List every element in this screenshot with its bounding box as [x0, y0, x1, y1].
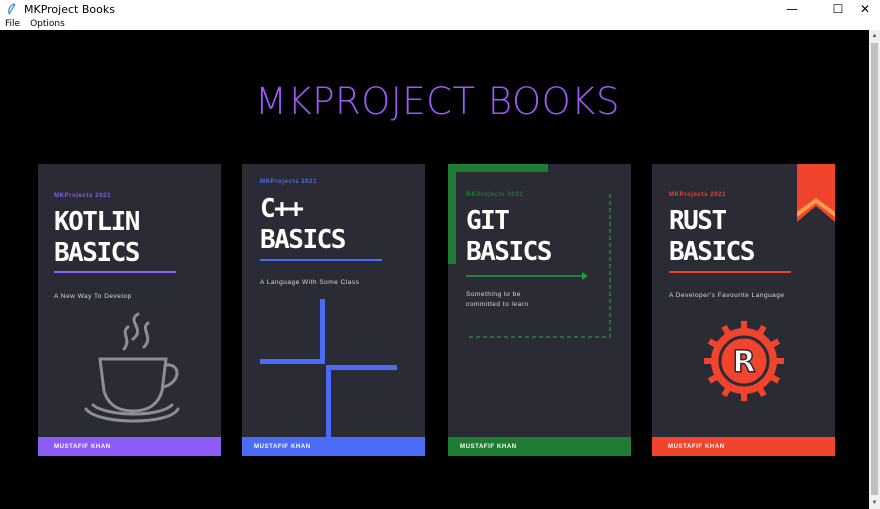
- book-year: MKProjects 2021: [669, 192, 727, 198]
- book-cover-cpp[interactable]: MKProjects 2021 C++ BASICS A Language Wit…: [242, 164, 425, 456]
- window-title: MKProject Books: [24, 2, 115, 16]
- close-button[interactable]: ✕: [850, 0, 880, 18]
- book-cover-kotlin[interactable]: MKProjects 2021 KOTLIN BASICS A New Way T…: [38, 164, 221, 456]
- book-subtitle: A Developer's Favourite Language: [669, 292, 785, 299]
- title-underline: [54, 271, 176, 273]
- book-footer: MUSTAFIF KHAN: [448, 437, 631, 456]
- menu-bar: File Options: [0, 18, 880, 30]
- vertical-bar-bottom: [326, 365, 331, 437]
- book-cover-git[interactable]: MKProjects 2021 GIT BASICS Something to b…: [448, 164, 631, 456]
- book-footer: MUSTAFIF KHAN: [652, 437, 835, 456]
- bookmark-ribbon-icon: [797, 164, 835, 222]
- rust-logo-icon: R: [704, 321, 784, 401]
- book-author: MUSTAFIF KHAN: [54, 443, 111, 450]
- coffee-cup-icon: [84, 312, 180, 423]
- scrollbar-thumb[interactable]: [871, 43, 878, 495]
- minimize-button[interactable]: —: [777, 0, 807, 18]
- title-underline: [260, 259, 382, 261]
- book-title: KOTLIN BASICS: [54, 207, 140, 268]
- scroll-up-arrow-icon[interactable]: ▲: [869, 30, 880, 42]
- maximize-button[interactable]: ☐: [823, 0, 853, 18]
- menu-file[interactable]: File: [0, 19, 25, 29]
- vertical-bar-top: [320, 299, 325, 364]
- page-title: MKPROJECT BOOKS: [255, 80, 620, 123]
- title-underline: [669, 271, 791, 273]
- book-cover-rust[interactable]: MKProjects 2021 RUST BASICS A Developer's…: [652, 164, 835, 456]
- book-year: MKProjects 2021: [260, 179, 318, 185]
- rust-logo-letter: R: [732, 345, 755, 380]
- horizontal-bar-left: [260, 359, 325, 364]
- book-author: MUSTAFIF KHAN: [668, 443, 725, 450]
- book-author: MUSTAFIF KHAN: [254, 443, 311, 450]
- book-author: MUSTAFIF KHAN: [460, 443, 517, 450]
- book-footer: MUSTAFIF KHAN: [242, 437, 425, 456]
- branch-arrow-icon: [466, 194, 611, 338]
- book-year: MKProjects 2021: [54, 193, 112, 199]
- window-title-bar: MKProject Books — ☐ ✕: [0, 0, 880, 18]
- book-subtitle: A New Way To Develop: [54, 293, 132, 300]
- book-title: C++ BASICS: [260, 194, 346, 255]
- horizontal-bar-right: [326, 365, 397, 370]
- book-footer: MUSTAFIF KHAN: [38, 437, 221, 456]
- book-title: RUST BASICS: [669, 206, 755, 267]
- menu-options[interactable]: Options: [25, 19, 70, 29]
- vertical-scrollbar[interactable]: ▲ ▼: [869, 30, 880, 509]
- book-subtitle: A Language With Some Class: [260, 279, 360, 286]
- app-feather-icon: [5, 2, 19, 16]
- scroll-down-arrow-icon[interactable]: ▼: [869, 497, 880, 509]
